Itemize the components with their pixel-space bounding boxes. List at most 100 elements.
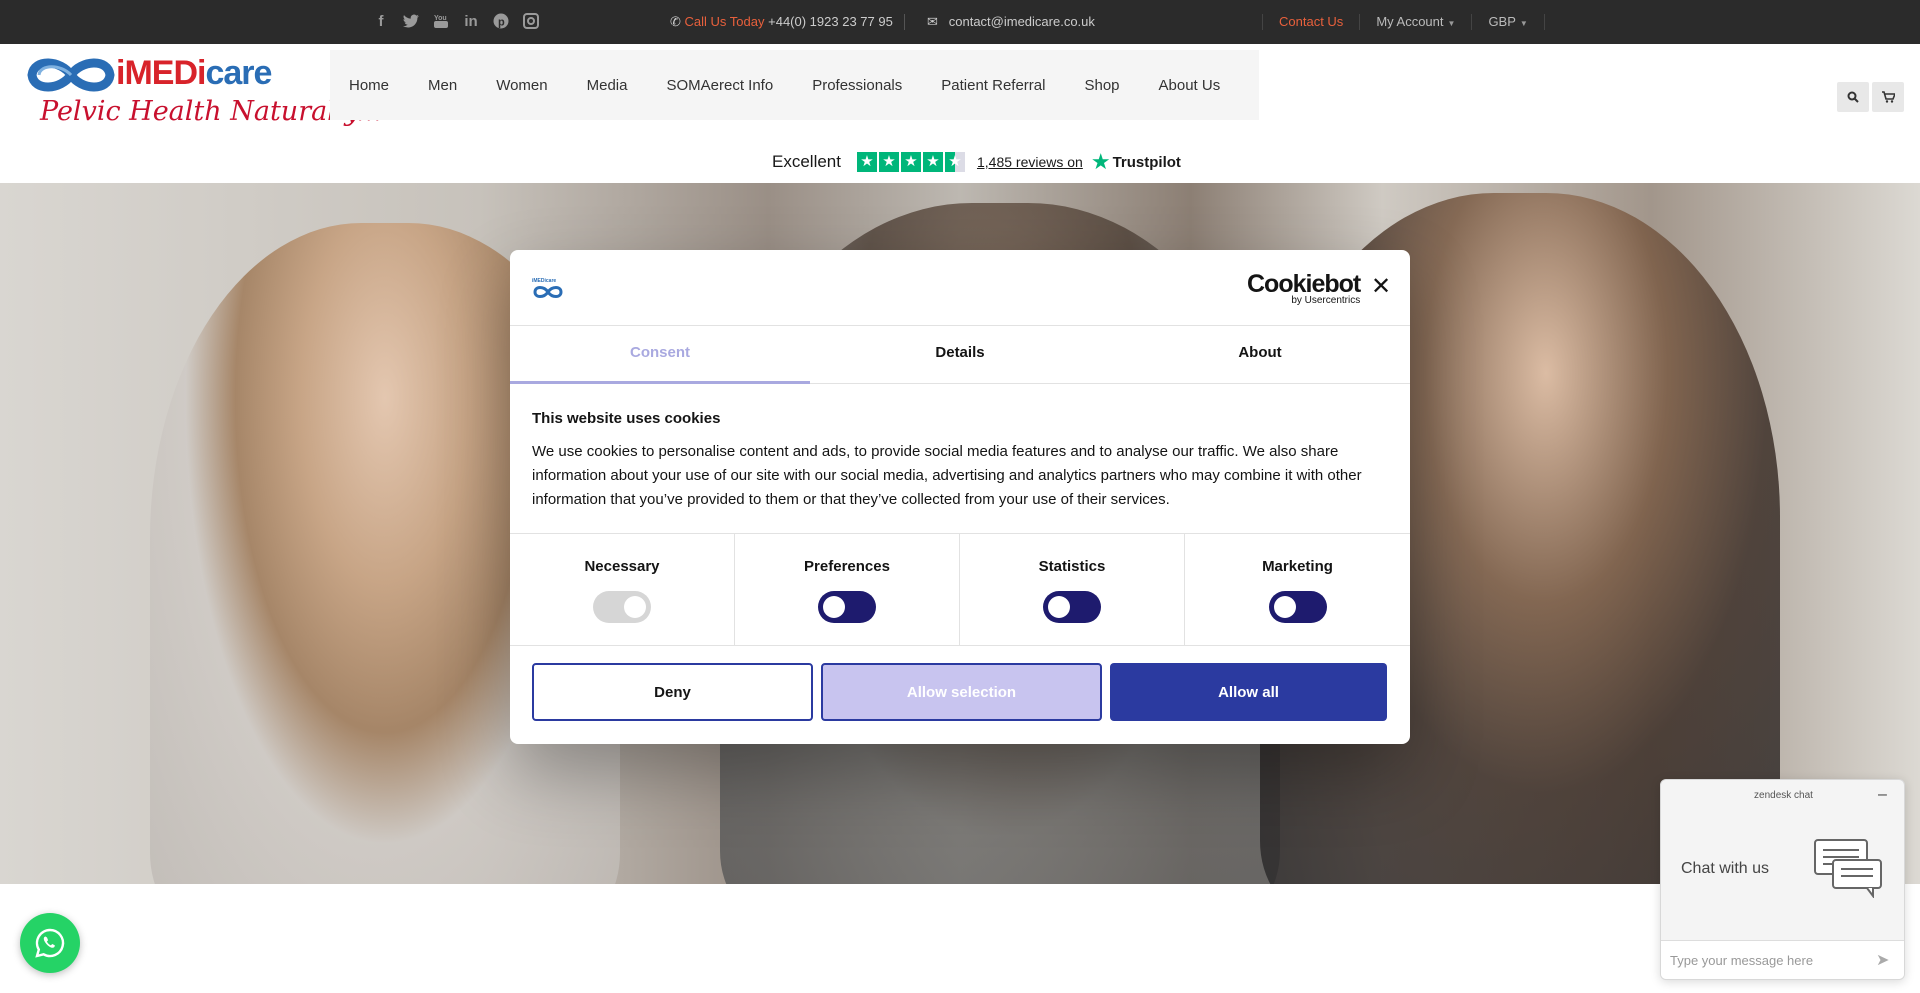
close-icon[interactable]: ✕	[1370, 275, 1392, 299]
nav-item-home[interactable]: Home	[349, 77, 389, 94]
toggle-label: Marketing	[1262, 558, 1333, 575]
necessary-switch	[593, 591, 651, 623]
youtube-icon[interactable]: You	[432, 12, 450, 30]
my-account-label: My Account	[1376, 14, 1444, 29]
svg-text:You: You	[434, 15, 447, 22]
my-account-dropdown[interactable]: My Account ▼	[1359, 14, 1471, 30]
top-links: Contact Us My Account ▼ GBP ▼	[1262, 0, 1545, 44]
nav-item-shop[interactable]: Shop	[1084, 77, 1119, 94]
svg-text:iMEDicare: iMEDicare	[532, 278, 556, 284]
toggle-label: Statistics	[1038, 558, 1106, 575]
whatsapp-icon	[35, 928, 65, 958]
main-nav: Home Men Women Media SOMAerect Info Prof…	[330, 50, 1259, 120]
toggle-statistics: Statistics	[960, 534, 1185, 646]
divider	[1543, 14, 1545, 30]
email-contact[interactable]: ✉ contact@imedicare.co.uk	[927, 14, 1095, 30]
phone-contact[interactable]: ✆ Call Us Today +44(0) 1923 23 77 95	[670, 14, 893, 30]
toggle-label: Necessary	[584, 558, 660, 575]
tab-details[interactable]: Details	[810, 326, 1110, 384]
toggle-marketing: Marketing	[1185, 534, 1410, 646]
deny-button[interactable]: Deny	[532, 663, 813, 721]
trustpilot-star-icon: ★	[1090, 149, 1111, 174]
cookie-title: This website uses cookies	[532, 410, 721, 427]
cookie-category-toggles: Necessary Preferences Statistics Marketi…	[510, 533, 1410, 646]
brand-prefix: iMEDi	[116, 54, 206, 92]
infinity-logo-icon	[27, 58, 115, 92]
search-icon	[1847, 91, 1859, 103]
nav-item-about-us[interactable]: About Us	[1159, 77, 1221, 94]
phone-icon: ✆	[670, 14, 681, 29]
nav-item-patient-referral[interactable]: Patient Referral	[941, 77, 1045, 94]
cookiebot-brand: Cookiebot	[1247, 270, 1361, 298]
trustpilot-widget[interactable]: Excellent ★ ★ ★ ★ ★ 1,485 reviews on ★ T…	[772, 149, 1181, 174]
nav-item-women[interactable]: Women	[496, 77, 547, 94]
twitter-icon[interactable]	[402, 12, 420, 30]
email-address: contact@imedicare.co.uk	[948, 14, 1095, 29]
marketing-switch[interactable]	[1268, 591, 1327, 623]
allow-selection-button[interactable]: Allow selection	[821, 663, 1102, 721]
star-icon: ★	[922, 152, 943, 172]
cookie-description: We use cookies to personalise content an…	[532, 443, 1362, 508]
pinterest-icon[interactable]: p	[492, 12, 510, 30]
cookie-consent-dialog: iMEDicare Cookiebot by Usercentrics ✕ Co…	[510, 250, 1410, 744]
chat-message-input[interactable]: Type your message here	[1661, 940, 1904, 979]
linkedin-icon[interactable]: in	[462, 12, 480, 30]
half-star-icon: ★	[944, 152, 965, 172]
nav-item-men[interactable]: Men	[428, 77, 457, 94]
phone-number: +44(0) 1923 23 77 95	[768, 14, 893, 29]
trustpilot-stars: ★ ★ ★ ★ ★	[856, 152, 965, 172]
cookie-tabs: Consent Details About	[510, 326, 1410, 384]
toggle-label: Preferences	[804, 558, 890, 575]
zendesk-chat-widget: zendesk chat – Chat with us Type your me…	[1660, 779, 1905, 980]
site-logo-icon: iMEDicare	[532, 276, 564, 298]
trustpilot-reviews-link[interactable]: 1,485 reviews on	[977, 154, 1083, 170]
whatsapp-button[interactable]	[20, 913, 80, 973]
zendesk-label: zendesk chat	[1754, 790, 1813, 801]
nav-item-media[interactable]: Media	[587, 77, 628, 94]
minimize-icon[interactable]: –	[1878, 786, 1887, 804]
star-icon: ★	[900, 152, 921, 172]
svg-text:p: p	[498, 17, 505, 29]
divider	[904, 14, 905, 30]
search-button[interactable]	[1837, 82, 1869, 112]
facebook-icon[interactable]: f	[372, 12, 390, 30]
star-icon: ★	[878, 152, 899, 172]
social-links: f You in p	[372, 12, 540, 30]
cart-button[interactable]	[1872, 82, 1904, 112]
cart-icon	[1881, 91, 1895, 103]
switch-knob	[624, 596, 646, 618]
caret-down-icon: ▼	[1447, 19, 1456, 28]
contact-us-link[interactable]: Contact Us	[1262, 14, 1359, 30]
nav-item-professionals[interactable]: Professionals	[812, 77, 902, 94]
brand-name: iMEDicare	[116, 54, 272, 93]
site-logo[interactable]: iMEDicare Pelvic Health Naturally...	[26, 52, 382, 136]
send-icon[interactable]: ➤	[1876, 950, 1889, 970]
brand-suffix: care	[205, 54, 272, 92]
currency-dropdown[interactable]: GBP ▼	[1471, 14, 1543, 30]
trustpilot-rating-text: Excellent	[772, 152, 841, 171]
switch-knob	[1273, 596, 1296, 618]
cookiebot-logo: Cookiebot by Usercentrics	[1247, 270, 1361, 306]
envelope-icon: ✉	[927, 14, 938, 29]
toggle-preferences: Preferences	[735, 534, 960, 646]
tab-consent[interactable]: Consent	[510, 326, 810, 384]
currency-label: GBP	[1488, 14, 1516, 29]
cookie-body: This website uses cookies We use cookies…	[532, 410, 1388, 512]
switch-knob	[1048, 596, 1070, 618]
allow-all-button[interactable]: Allow all	[1110, 663, 1387, 721]
toggle-necessary: Necessary	[510, 534, 735, 646]
preferences-switch[interactable]	[818, 591, 876, 623]
trustpilot-brand: Trustpilot	[1112, 153, 1181, 171]
top-bar: f You in p ✆ Call Us Today +44(0) 1923 2…	[0, 0, 1920, 44]
nav-item-somaerect-info[interactable]: SOMAerect Info	[666, 77, 773, 94]
cookie-buttons: Deny Allow selection Allow all	[532, 663, 1388, 721]
instagram-icon[interactable]	[522, 12, 540, 30]
switch-knob	[823, 596, 845, 618]
star-icon: ★	[856, 152, 877, 172]
tab-about[interactable]: About	[1110, 326, 1410, 384]
phone-label: Call Us Today	[684, 14, 765, 29]
chat-with-us-text: Chat with us	[1681, 860, 1770, 877]
chat-bubbles-icon	[1814, 839, 1882, 898]
cookie-dialog-header: iMEDicare Cookiebot by Usercentrics ✕	[510, 250, 1410, 326]
statistics-switch[interactable]	[1043, 591, 1101, 623]
